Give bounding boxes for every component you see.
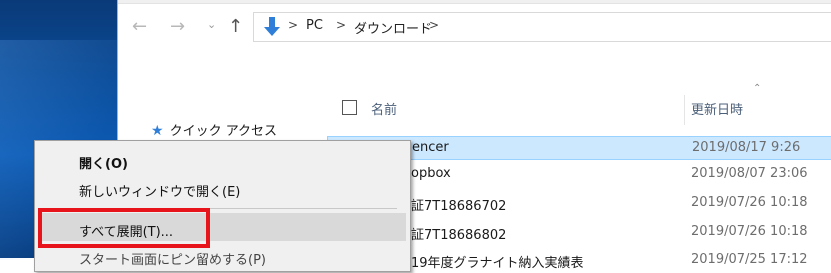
file-name: encer (412, 140, 449, 155)
file-name: 証7T18686702 (411, 199, 507, 214)
file-date: 2019/07/25 17:12 (691, 252, 808, 267)
nav-item-label: クイック アクセス (169, 124, 278, 139)
context-menu: 開く(O) 新しいウィンドウで開く(E) すべて展開(T)... スタート画面に… (34, 140, 411, 272)
recent-locations-icon[interactable]: ⌄ (207, 18, 216, 31)
breadcrumb-separator[interactable]: > (429, 18, 439, 32)
back-icon[interactable]: ← (132, 16, 147, 37)
forward-icon[interactable]: → (170, 16, 185, 37)
download-folder-icon (264, 17, 280, 36)
breadcrumb-pc[interactable]: PC (306, 18, 323, 33)
address-bar[interactable]: > PC > ダウンロード > (253, 12, 831, 42)
select-all-checkbox[interactable] (342, 100, 357, 115)
ribbon-edge (118, 0, 831, 4)
breadcrumb-separator[interactable]: > (336, 18, 346, 32)
nav-item-quick-access[interactable]: ★ クイック アクセス (151, 120, 277, 139)
breadcrumb-downloads[interactable]: ダウンロード (354, 18, 432, 37)
file-name: 19年度グラナイト納入実績表 (411, 256, 584, 271)
column-header-date[interactable]: 更新日時 (691, 99, 743, 118)
menu-item-open[interactable]: 開く(O) (79, 153, 128, 172)
sort-indicator-icon: ⌃ (753, 83, 762, 94)
star-icon: ★ (151, 123, 164, 139)
column-header-name[interactable]: 名前 (371, 99, 397, 118)
breadcrumb-separator[interactable]: > (288, 18, 298, 32)
menu-item-open-new-window[interactable]: 新しいウィンドウで開く(E) (79, 181, 240, 200)
file-name: opbox (411, 166, 451, 181)
file-list-header: 名前 更新日時 ⌃ (327, 83, 831, 125)
menu-item-pin-to-start[interactable]: スタート画面にピン留めする(P) (79, 249, 266, 268)
file-date: 2019/07/26 10:18 (691, 195, 808, 210)
file-date: 2019/08/07 23:06 (691, 166, 808, 181)
highlight-annotation-box (38, 208, 210, 248)
file-date: 2019/08/17 9:26 (692, 140, 801, 155)
up-icon[interactable]: ↑ (228, 16, 243, 37)
file-date: 2019/07/26 10:18 (691, 224, 808, 239)
file-name: 証7T18686802 (411, 228, 507, 243)
column-divider[interactable] (684, 95, 685, 125)
